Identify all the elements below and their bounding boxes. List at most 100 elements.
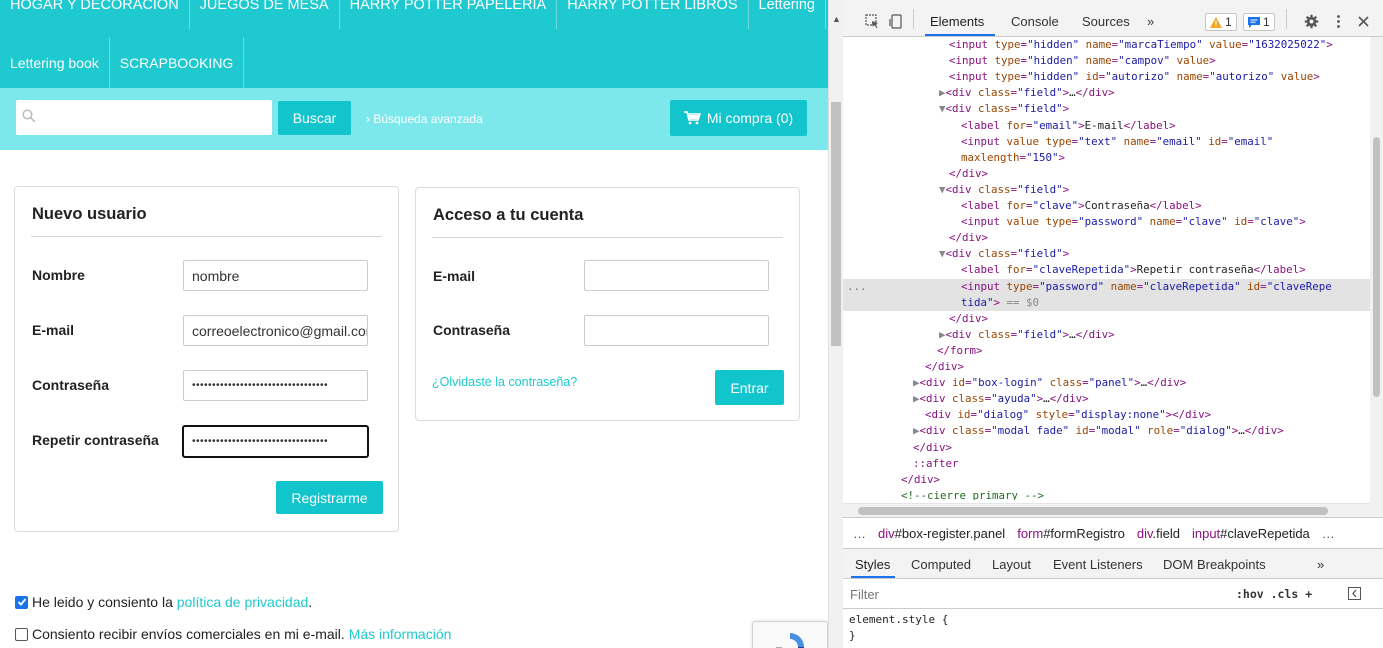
tab-elements[interactable]: Elements bbox=[930, 14, 984, 29]
dom-node-selected[interactable]: <input type="password" name="claveRepeti… bbox=[843, 278, 1370, 295]
commercial-checkbox[interactable] bbox=[15, 627, 28, 641]
styles-tab-4[interactable]: DOM Breakpoints bbox=[1163, 557, 1266, 572]
breadcrumb-item[interactable]: div.field bbox=[1137, 526, 1180, 541]
dom-node[interactable]: <input type="hidden" id="autorizo" name=… bbox=[949, 69, 1320, 85]
forgot-password-link[interactable]: ¿Olvidaste la contraseña? bbox=[432, 375, 577, 389]
dom-node[interactable]: <label for="clave">Contraseña</label> bbox=[961, 198, 1202, 214]
dom-node[interactable]: <input type="hidden" name="marcaTiempo" … bbox=[949, 37, 1333, 53]
login-password-field[interactable] bbox=[584, 315, 769, 346]
hov-cls-controls[interactable]: :hov .cls + bbox=[1236, 587, 1312, 601]
name-field[interactable]: nombre bbox=[183, 260, 368, 291]
dom-node[interactable]: </div> bbox=[901, 472, 940, 488]
commercial-consent[interactable]: Consiento recibir envíos comerciales en … bbox=[15, 626, 451, 642]
dom-node[interactable]: ▶<div class="ayuda">…</div> bbox=[913, 391, 1089, 407]
more-options-icon[interactable] bbox=[1331, 14, 1346, 29]
styles-filter-input[interactable]: Filter bbox=[850, 587, 879, 602]
nav-item-1-2[interactable]: HARRY POTTER PAPELERÍA bbox=[340, 0, 558, 29]
search-button[interactable]: Buscar bbox=[278, 101, 351, 135]
page-scroll-thumb[interactable] bbox=[831, 102, 841, 346]
dom-node[interactable]: <!--cierre primary --> bbox=[901, 488, 1044, 500]
node-ellipsis-icon[interactable]: ... bbox=[847, 279, 867, 295]
search-input[interactable] bbox=[16, 100, 272, 135]
settings-gear-icon[interactable] bbox=[1304, 14, 1319, 29]
dom-vscroll-thumb[interactable] bbox=[1373, 137, 1380, 397]
computed-sidebar-toggle-icon[interactable] bbox=[1348, 587, 1361, 600]
dom-node[interactable]: </div> bbox=[949, 311, 988, 327]
styles-tab-5[interactable]: » bbox=[1317, 557, 1324, 572]
dom-node[interactable]: </form> bbox=[937, 343, 983, 359]
breadcrumb-item[interactable]: … bbox=[853, 526, 866, 541]
dom-node[interactable]: <div id="dialog" style="display:none"></… bbox=[925, 407, 1211, 423]
dom-node[interactable]: ▶<div id="box-login" class="panel">…</di… bbox=[913, 375, 1186, 391]
login-title: Acceso a tu cuenta bbox=[433, 206, 584, 224]
messages-badge[interactable]: 1 bbox=[1243, 13, 1275, 31]
tab-more[interactable]: » bbox=[1147, 14, 1154, 29]
warnings-badge[interactable]: 1 bbox=[1205, 13, 1237, 31]
dom-tree-vertical-scrollbar[interactable] bbox=[1370, 37, 1383, 517]
privacy-checkbox[interactable] bbox=[15, 595, 28, 609]
nav-item-1-1[interactable]: JUEGOS DE MESA bbox=[190, 0, 340, 29]
dom-node[interactable]: </div> bbox=[949, 230, 988, 246]
breadcrumb-item[interactable]: … bbox=[1322, 526, 1335, 541]
privacy-policy-link[interactable]: política de privacidad bbox=[177, 594, 309, 610]
scroll-up-arrow-icon[interactable]: ▲ bbox=[832, 14, 841, 24]
web-page: HOGAR Y DECORACIÓN JUEGOS DE MESA HARRY PO… bbox=[0, 0, 828, 648]
dom-node[interactable]: ▼<div class="field"> bbox=[939, 246, 1069, 262]
styles-tab-2[interactable]: Layout bbox=[992, 557, 1031, 572]
dom-node[interactable]: <input value type="text" name="email" id… bbox=[961, 134, 1273, 150]
styles-tab-0[interactable]: Styles bbox=[855, 557, 890, 572]
recaptcha-icon bbox=[776, 633, 804, 648]
page-scrollbar[interactable]: ▲ bbox=[828, 0, 843, 648]
breadcrumb-tag: form bbox=[1017, 525, 1044, 541]
dom-tree-horizontal-scrollbar[interactable] bbox=[843, 503, 1370, 517]
nav-item-1-3[interactable]: HARRY POTTER LIBROS bbox=[557, 0, 749, 29]
nav-item-2-1[interactable]: SCRAPBOOKING bbox=[110, 37, 245, 88]
dom-node[interactable]: ::after bbox=[913, 456, 959, 472]
styles-tab-1[interactable]: Computed bbox=[911, 557, 971, 572]
nav-item-1-4[interactable]: Lettering bbox=[749, 0, 826, 29]
dom-node[interactable]: </div> bbox=[913, 440, 952, 456]
login-button[interactable]: Entrar bbox=[715, 370, 784, 405]
nav-item-1-0[interactable]: HOGAR Y DECORACIÓN bbox=[0, 0, 190, 29]
login-email-field[interactable] bbox=[584, 260, 769, 291]
dom-node[interactable]: ▼<div class="field"> bbox=[939, 101, 1069, 117]
register-button[interactable]: Registrarme bbox=[276, 481, 383, 514]
dom-tree[interactable]: <input type="hidden" name="marcaTiempo" … bbox=[843, 37, 1370, 500]
checkmark-icon bbox=[17, 598, 26, 606]
nav-item-2-0[interactable]: Lettering book bbox=[0, 37, 110, 88]
breadcrumb-item[interactable]: form#formRegistro bbox=[1017, 526, 1125, 541]
password-field[interactable]: •••••••••••••••••••••••••••••••••• bbox=[183, 370, 368, 401]
dom-node[interactable]: </div> bbox=[925, 359, 964, 375]
advanced-search-link[interactable]: › Búsqueda avanzada bbox=[366, 112, 483, 126]
dom-node[interactable]: ▶<div class="field">…</div> bbox=[939, 327, 1115, 343]
dom-node[interactable]: ▶<div class="modal fade" id="modal" role… bbox=[913, 423, 1284, 439]
devtools-toolbar: Elements Console Sources » 1 1 bbox=[843, 0, 1383, 37]
inspect-element-icon[interactable] bbox=[865, 14, 880, 29]
styles-tab-3[interactable]: Event Listeners bbox=[1053, 557, 1143, 572]
breadcrumb-item[interactable]: input#claveRepetida bbox=[1192, 526, 1310, 541]
tab-console[interactable]: Console bbox=[1011, 14, 1059, 29]
dom-node[interactable]: <input value type="password" name="clave… bbox=[961, 214, 1306, 230]
privacy-consent[interactable]: He leido y consiento la política de priv… bbox=[15, 594, 312, 610]
device-toolbar-icon[interactable] bbox=[889, 14, 904, 29]
cart-button[interactable]: Mi compra (0) bbox=[670, 100, 807, 136]
dom-node[interactable]: <label for="email">E-mail</label> bbox=[961, 118, 1176, 134]
breadcrumb-item[interactable]: div#box-register.panel bbox=[878, 526, 1005, 541]
recaptcha-badge[interactable] bbox=[752, 621, 828, 648]
dom-node[interactable]: ▼<div class="field"> bbox=[939, 182, 1069, 198]
dom-node[interactable]: <label for="claveRepetida">Repetir contr… bbox=[961, 262, 1306, 278]
active-tab-indicator bbox=[925, 34, 995, 36]
email-field[interactable]: correoelectronico@gmail.com bbox=[183, 315, 368, 346]
repeat-password-field[interactable]: •••••••••••••••••••••••••••••••••• bbox=[182, 425, 369, 458]
dom-node[interactable]: <input type="hidden" name="campov" value… bbox=[949, 53, 1216, 69]
dom-node[interactable]: </div> bbox=[949, 166, 988, 182]
dom-hscroll-thumb[interactable] bbox=[858, 507, 1328, 515]
close-icon[interactable] bbox=[1356, 14, 1371, 29]
dom-node[interactable]: ▶<div class="field">…</div> bbox=[939, 85, 1115, 101]
dom-node[interactable]: maxlength="150"> bbox=[961, 150, 1065, 166]
more-info-link[interactable]: Más información bbox=[349, 626, 452, 642]
breadcrumb-selector: #claveRepetida bbox=[1220, 525, 1310, 541]
top-navigation: HOGAR Y DECORACIÓN JUEGOS DE MESA HARRY PO… bbox=[0, 0, 828, 88]
tab-sources[interactable]: Sources bbox=[1082, 14, 1130, 29]
dom-node-selected[interactable]: tida"> == $0 bbox=[843, 294, 1370, 311]
